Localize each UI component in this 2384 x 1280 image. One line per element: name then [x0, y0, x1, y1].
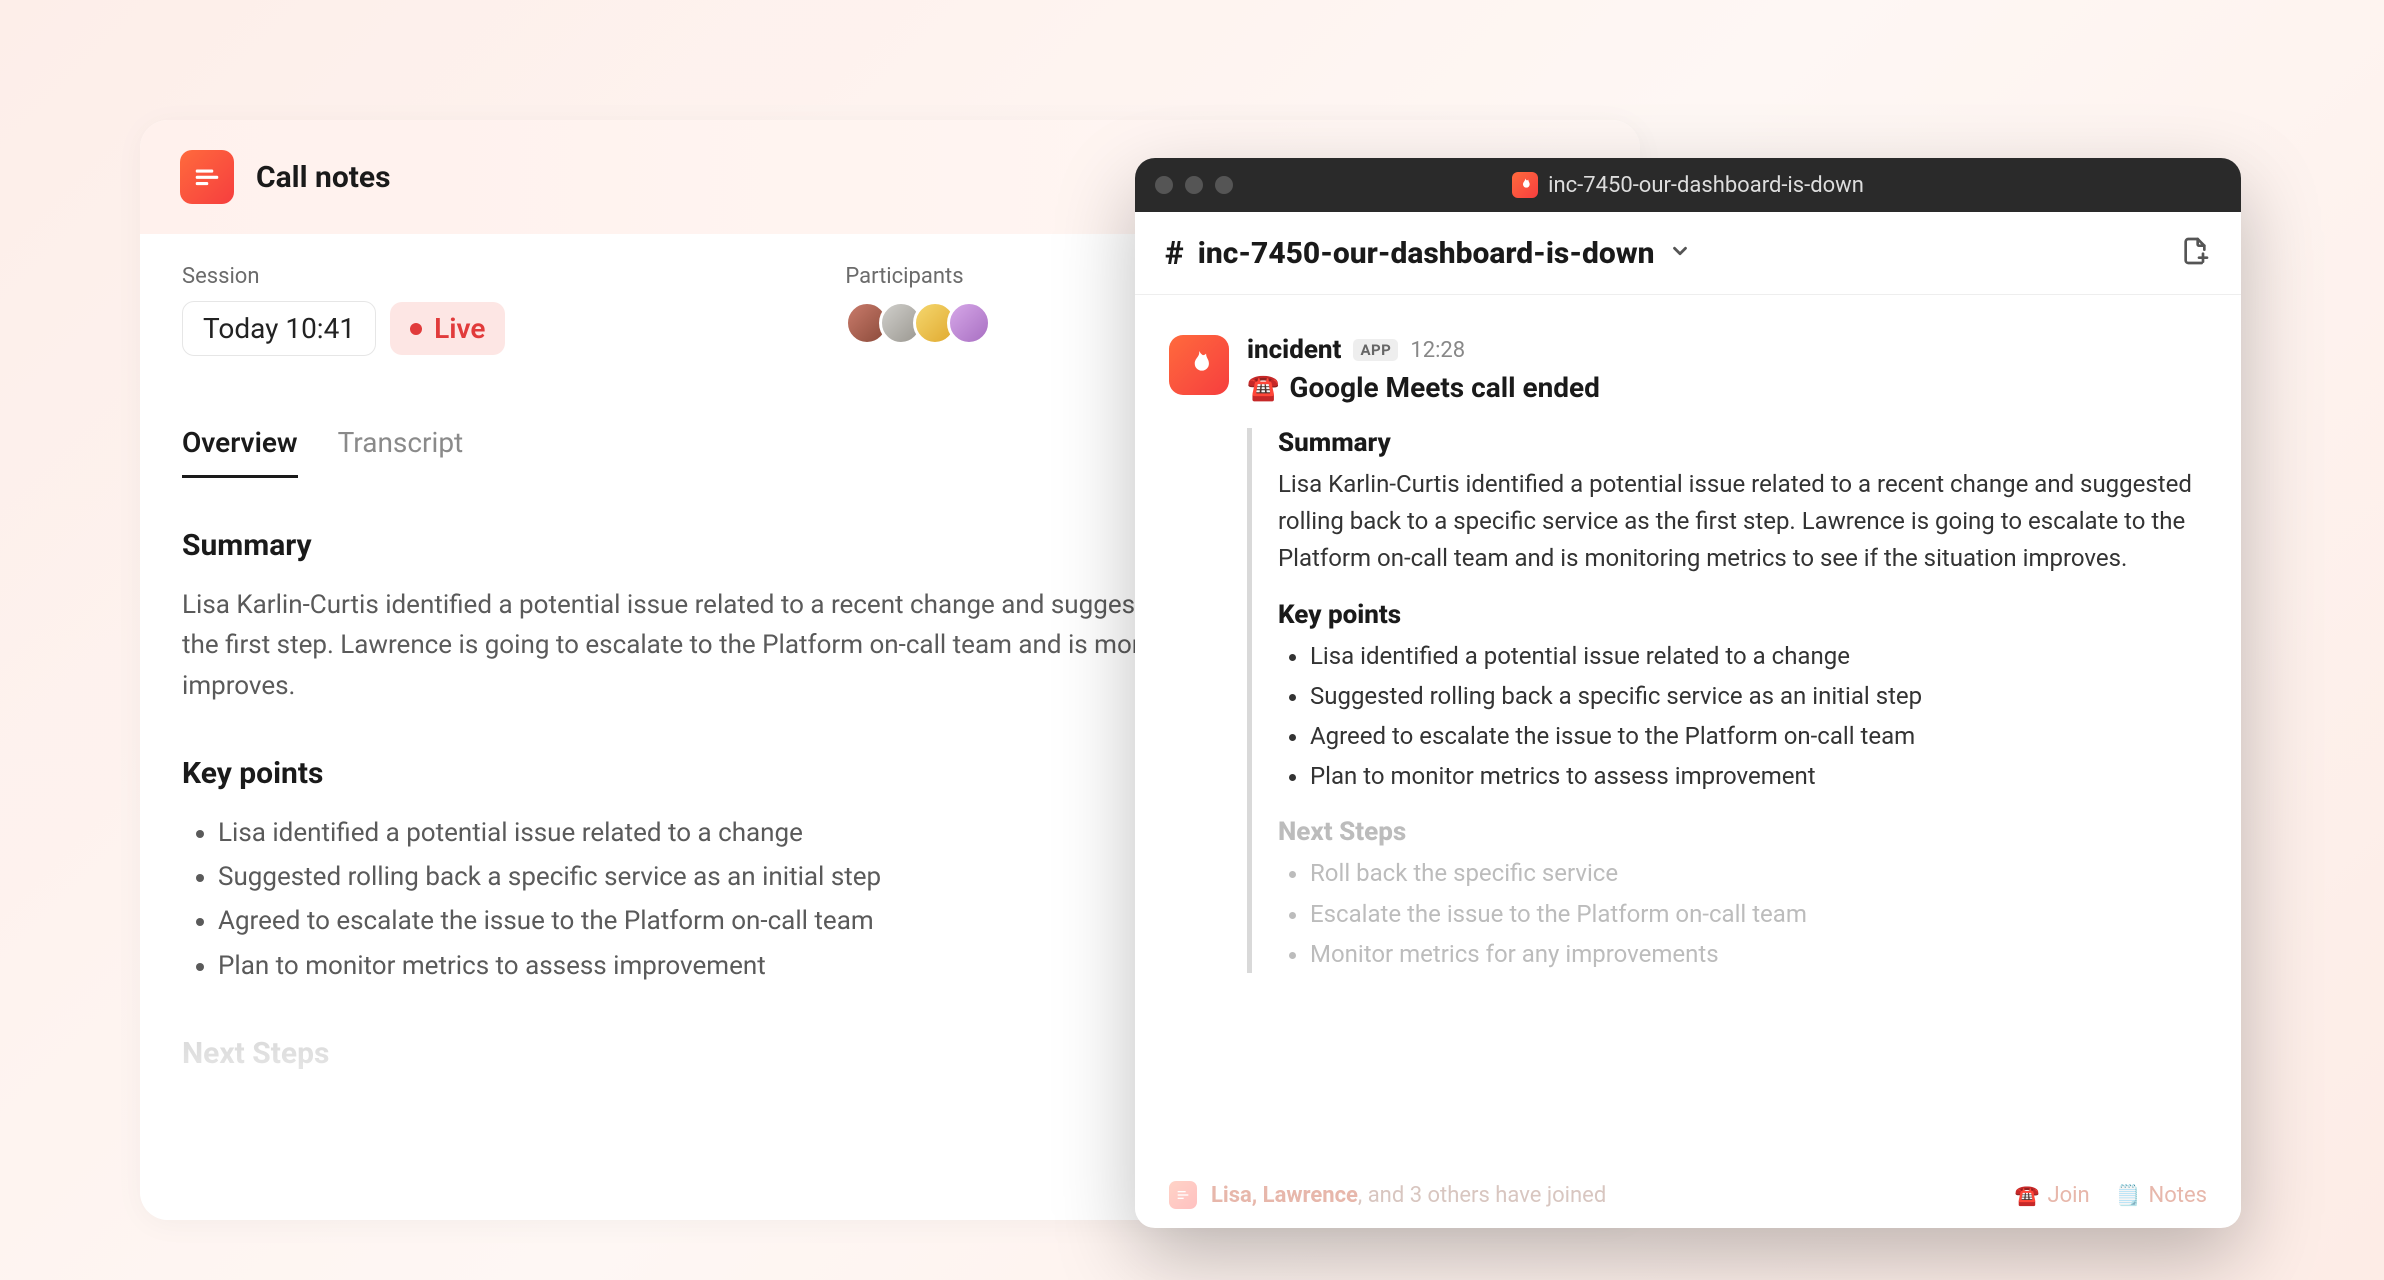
- channel-footer: Lisa, Lawrence, and 3 others have joined…: [1169, 1181, 2207, 1209]
- slack-next-step: Roll back the specific service: [1310, 855, 2207, 892]
- call-notes-icon: [180, 150, 234, 204]
- hash-icon: #: [1165, 234, 1184, 272]
- app-badge: APP: [1353, 339, 1398, 361]
- message-title: ☎️ Google Meets call ended: [1247, 371, 1600, 404]
- message-author[interactable]: incident: [1247, 335, 1341, 365]
- message-title-text: Google Meets call ended: [1289, 371, 1600, 404]
- participants-label: Participants: [845, 264, 991, 289]
- slack-key-point: Suggested rolling back a specific servic…: [1310, 678, 2207, 715]
- phone-icon: ☎️: [1247, 373, 1279, 403]
- call-notes-title: Call notes: [256, 160, 391, 195]
- footer-joined-text: Lisa, Lawrence, and 3 others have joined: [1211, 1183, 1606, 1208]
- live-badge: Live: [390, 302, 505, 355]
- channel-header: # inc-7450-our-dashboard-is-down: [1135, 212, 2241, 295]
- slack-key-point: Plan to monitor metrics to assess improv…: [1310, 758, 2207, 795]
- flame-icon: [1512, 172, 1538, 198]
- chevron-down-icon: [1669, 240, 1691, 266]
- slack-summary-text: Lisa Karlin-Curtis identified a potentia…: [1278, 466, 2207, 578]
- join-call-link[interactable]: ☎️Join: [2015, 1183, 2090, 1208]
- tab-transcript[interactable]: Transcript: [338, 426, 464, 478]
- participants-block: Participants: [845, 264, 991, 356]
- session-time-chip[interactable]: Today 10:41: [182, 301, 376, 356]
- session-label: Session: [182, 264, 505, 289]
- live-label: Live: [434, 312, 485, 345]
- participants-avatars[interactable]: [845, 301, 991, 345]
- window-titlebar: inc-7450-our-dashboard-is-down: [1135, 158, 2241, 212]
- live-dot-icon: [410, 323, 422, 335]
- message-body: Summary Lisa Karlin-Curtis identified a …: [1247, 428, 2207, 973]
- slack-nextsteps-heading: Next Steps: [1278, 817, 2207, 847]
- slack-key-point: Agreed to escalate the issue to the Plat…: [1310, 718, 2207, 755]
- slack-next-step: Monitor metrics for any improvements: [1310, 936, 2207, 973]
- window-title: inc-7450-our-dashboard-is-down: [1135, 172, 2241, 198]
- notes-mini-icon: [1169, 1181, 1197, 1209]
- slack-keypoints-heading: Key points: [1278, 600, 2207, 630]
- slack-window: inc-7450-our-dashboard-is-down # inc-745…: [1135, 158, 2241, 1228]
- tab-overview[interactable]: Overview: [182, 426, 298, 478]
- session-block: Session Today 10:41 Live: [182, 264, 505, 356]
- message-time[interactable]: 12:28: [1410, 338, 1465, 363]
- channel-name-button[interactable]: # inc-7450-our-dashboard-is-down: [1165, 234, 1691, 272]
- notes-icon: 🗒️: [2116, 1183, 2141, 1207]
- window-title-text: inc-7450-our-dashboard-is-down: [1548, 173, 1864, 198]
- message-header: incident APP 12:28 ☎️ Google Meets call …: [1169, 335, 2207, 404]
- channel-name-text: inc-7450-our-dashboard-is-down: [1198, 236, 1655, 271]
- slack-summary-heading: Summary: [1278, 428, 2207, 458]
- avatar[interactable]: [947, 301, 991, 345]
- app-avatar-icon: [1169, 335, 1229, 395]
- slack-key-point: Lisa identified a potential issue relate…: [1310, 638, 2207, 675]
- notes-link[interactable]: 🗒️Notes: [2116, 1183, 2207, 1208]
- slack-next-step: Escalate the issue to the Platform on-ca…: [1310, 896, 2207, 933]
- phone-icon: ☎️: [2015, 1183, 2040, 1207]
- add-note-button[interactable]: [2179, 235, 2211, 271]
